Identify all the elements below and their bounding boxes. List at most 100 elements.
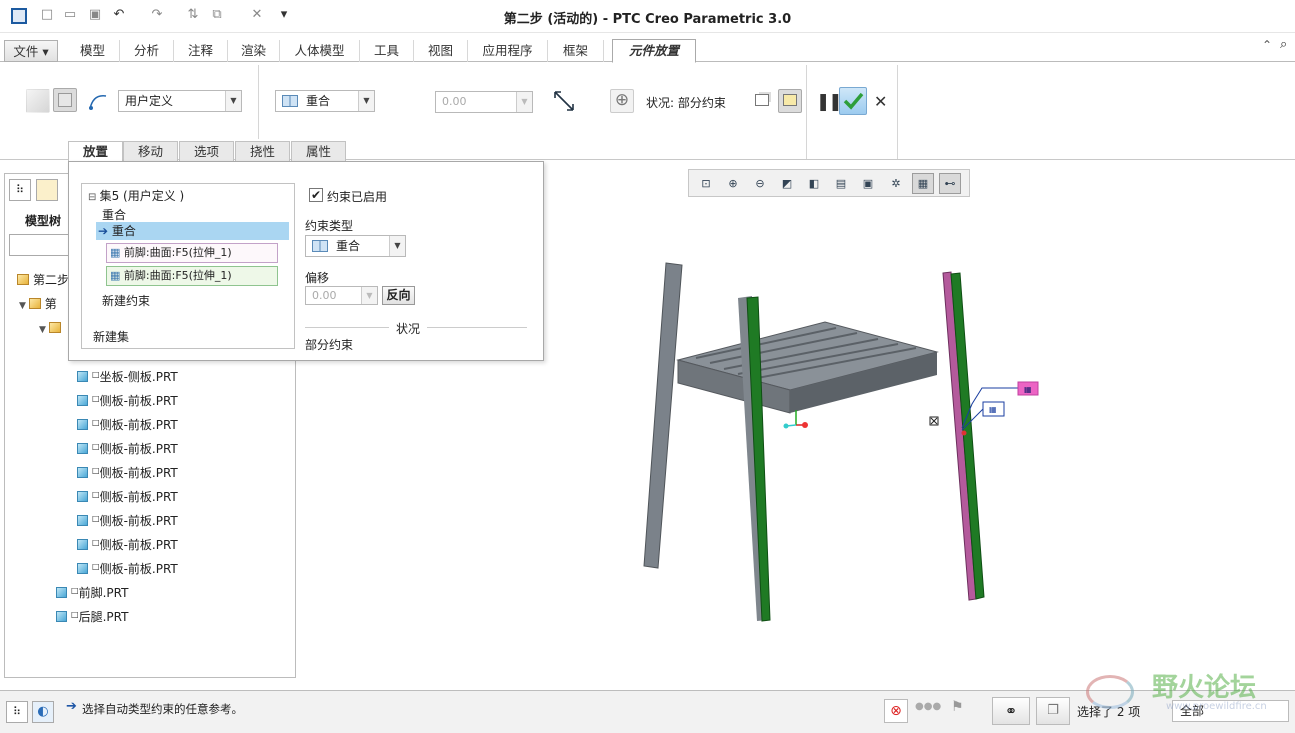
part-icon [77, 467, 88, 478]
tree-view-icon[interactable]: ⠷ [9, 179, 31, 201]
ribbon-divider [806, 65, 807, 159]
annotation-display-icon[interactable]: ▦ [912, 173, 934, 194]
tab-render[interactable]: 渲染 [228, 40, 280, 62]
tree-item[interactable]: □侧板-前板.PRT [77, 508, 178, 530]
tree-search-input[interactable] [9, 234, 71, 256]
tree-subassembly[interactable]: ▼ 第 [19, 293, 57, 315]
tree-item[interactable]: □侧板-前板.PRT [77, 532, 178, 554]
chevron-down-icon: ▼ [389, 236, 405, 256]
tab-options[interactable]: 选项 [179, 141, 234, 162]
status-bar: ⠷ ◐ ➔ 选择自动类型约束的任意参考。 ⊗ ●●● ⚑ ⚭ ❐ 选择了 2 项… [0, 673, 1295, 733]
ribbon-tab-bar: 文件 ▾ 模型 分析 注释 渲染 人体模型 工具 视图 应用程序 框架 元件放置… [0, 37, 1295, 63]
constraint-set-item[interactable]: ⊟ 集5 (用户定义 ) [88, 187, 184, 204]
folder-browser-icon[interactable] [36, 179, 58, 201]
message-arrow-icon: ➔ [66, 699, 77, 714]
tree-item[interactable]: □侧板-前板.PRT [77, 436, 178, 458]
svg-text:▦: ▦ [989, 405, 997, 414]
constraint-sketch-icon[interactable] [87, 90, 109, 112]
view-manager-icon[interactable]: ▣ [857, 173, 879, 194]
tab-annotate[interactable]: 注释 [174, 40, 228, 62]
flip-icon[interactable] [552, 89, 576, 113]
find-binoculars-icon[interactable]: ⚭ [992, 697, 1030, 725]
assembly-icon [28, 298, 41, 309]
panel-constraint-type-dropdown[interactable]: 重合 ▼ [305, 235, 406, 257]
tab-applications[interactable]: 应用程序 [468, 40, 548, 62]
display-style-icon[interactable]: ◧ [803, 173, 825, 194]
tree-item[interactable]: □前脚.PRT [56, 580, 128, 602]
datum-display-icon[interactable]: ✲ [885, 173, 907, 194]
tab-analysis[interactable]: 分析 [120, 40, 174, 62]
title-bar: □ ▭ ▣ ↶ ↷ ⇅ ⧉ ✕ ▾ 第二步 (活动的) - PTC Creo P… [0, 0, 1295, 33]
window-title: 第二步 (活动的) - PTC Creo Parametric 3.0 [503, 12, 792, 27]
tab-tools[interactable]: 工具 [360, 40, 414, 62]
tree-item[interactable]: □侧板-前板.PRT [77, 556, 178, 578]
status-label: 状况: 部分约束 [646, 96, 726, 110]
zoom-out-icon[interactable]: ⊖ [749, 173, 771, 194]
constraint-set-list: ⊟ 集5 (用户定义 ) 重合 ➔ 重合 ▦ 前脚:曲面:F5(拉伸_1) ▦ … [81, 183, 295, 349]
repaint-icon[interactable]: ◩ [776, 173, 798, 194]
ribbon-divider [258, 65, 259, 139]
regen-status-icon[interactable]: ⊗ [884, 699, 908, 723]
chair-model: ▦ ▦ [643, 262, 1039, 622]
tree-item[interactable]: □侧板-前板.PRT [77, 460, 178, 482]
part-icon [56, 587, 67, 598]
constraint-type-dropdown[interactable]: 重合 ▼ [275, 90, 375, 112]
use-interface-icon[interactable] [26, 89, 50, 113]
standalone-window-icon[interactable] [53, 88, 77, 112]
tree-expander[interactable]: ▼ [39, 317, 65, 339]
assembly-window-icon[interactable] [778, 89, 802, 113]
tab-flexibility[interactable]: 挠性 [235, 141, 290, 162]
tree-item[interactable]: □坐板-侧板.PRT [77, 364, 178, 386]
new-set-link[interactable]: 新建集 [93, 328, 129, 345]
panel-offset-input[interactable]: 0.00 ▼ [305, 286, 378, 305]
part-icon [77, 395, 88, 406]
tab-component-placement[interactable]: 元件放置 [612, 39, 696, 63]
constraint-item[interactable]: 重合 [102, 206, 126, 223]
tab-model[interactable]: 模型 [66, 40, 120, 62]
move-handle-icon[interactable]: ⊕ [610, 89, 634, 113]
spin-center-icon[interactable]: ⊷ [939, 173, 961, 194]
tree-item[interactable]: □侧板-前板.PRT [77, 388, 178, 410]
constraint-enabled-checkbox[interactable]: ✔ [309, 188, 323, 202]
tab-placement[interactable]: 放置 [68, 141, 123, 162]
watermark-text: 野火论坛 [1152, 673, 1257, 703]
pause-icon[interactable]: ❚❚ [816, 92, 842, 112]
tab-properties[interactable]: 属性 [291, 141, 346, 162]
tab-view[interactable]: 视图 [414, 40, 468, 62]
tree-item[interactable]: □侧板-前板.PRT [77, 484, 178, 506]
zoom-in-icon[interactable]: ⊕ [722, 173, 744, 194]
tab-framework[interactable]: 框架 [548, 40, 604, 62]
tree-root[interactable]: 第二步 [17, 269, 69, 291]
reference-2[interactable]: ▦ 前脚:曲面:F5(拉伸_1) [106, 266, 278, 286]
part-icon [77, 443, 88, 454]
watermark-url: www.proewildfire.cn [1166, 701, 1267, 712]
flag-icon[interactable]: ⚑ [951, 699, 964, 715]
tree-item[interactable]: □侧板-前板.PRT [77, 412, 178, 434]
reference-1[interactable]: ▦ 前脚:曲面:F5(拉伸_1) [106, 243, 278, 263]
graphics-viewport[interactable]: ▦ ▦ [600, 240, 1060, 640]
tree-item[interactable]: □后腿.PRT [56, 604, 128, 626]
saved-orientations-icon[interactable]: ▤ [830, 173, 852, 194]
flip-button[interactable]: 反向 [382, 286, 415, 305]
cancel-close-icon[interactable]: ✕ [874, 92, 887, 111]
part-icon [77, 539, 88, 550]
separate-window-icon[interactable] [750, 89, 774, 113]
logo-icon [1086, 675, 1134, 709]
model-tree-label: 模型树 [25, 214, 62, 228]
minimize-ribbon-icon[interactable]: ⌃ [1262, 38, 1272, 52]
constraint-set-dropdown[interactable]: 用户定义 ▼ [118, 90, 242, 112]
browser-icon[interactable]: ◐ [32, 701, 54, 723]
constraint-item-selected[interactable]: ➔ 重合 [96, 222, 289, 240]
tab-move[interactable]: 移动 [123, 141, 178, 162]
ok-checkmark-icon[interactable] [839, 87, 867, 115]
svg-text:▦: ▦ [1024, 385, 1032, 394]
offset-input[interactable]: 0.00 ▼ [435, 91, 533, 113]
new-constraint-link[interactable]: 新建约束 [102, 292, 150, 309]
tab-manikin[interactable]: 人体模型 [280, 40, 360, 62]
search-icon[interactable]: ⌕ [1280, 37, 1287, 52]
chevron-down-icon: ▼ [358, 91, 374, 111]
tab-file[interactable]: 文件 ▾ [4, 40, 58, 62]
selection-filter-icon[interactable]: ❐ [1036, 697, 1070, 725]
show-navigator-icon[interactable]: ⠷ [6, 701, 28, 723]
refit-icon[interactable]: ⊡ [695, 173, 717, 194]
